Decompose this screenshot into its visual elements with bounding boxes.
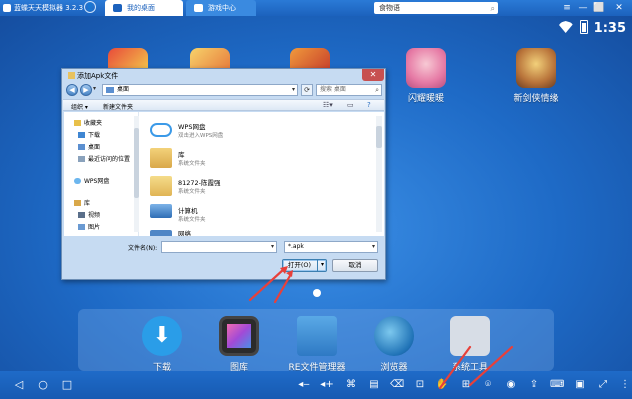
annotation-arrows [248, 266, 514, 390]
annotation-arrow [468, 345, 514, 387]
annotation-arrow [438, 345, 472, 390]
annotation-arrow [273, 272, 293, 304]
